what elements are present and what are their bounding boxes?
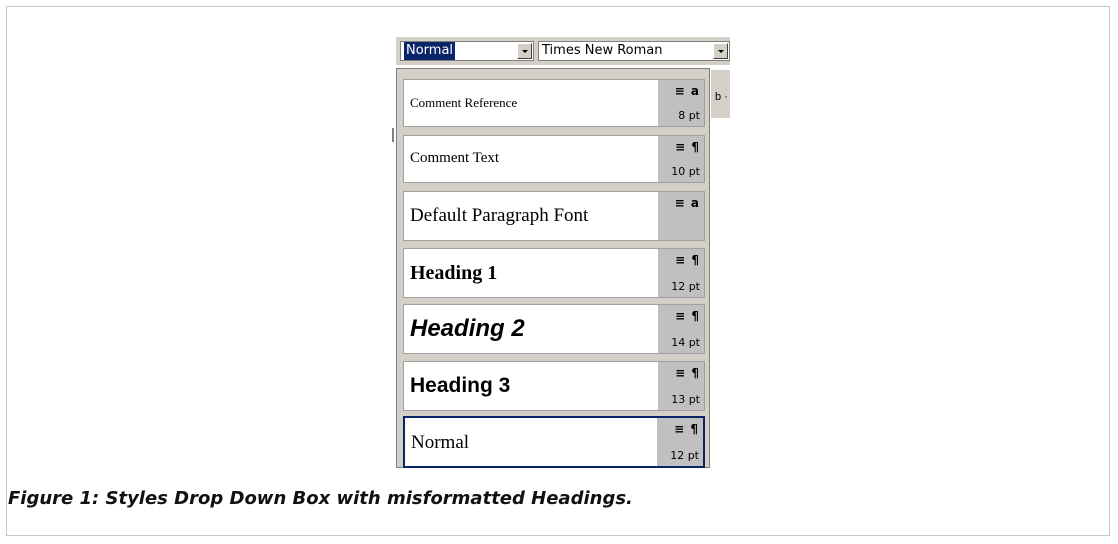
paragraph-style-icon: ≡ ¶: [674, 422, 699, 436]
style-item-info: ≡ ¶ 10 pt: [658, 136, 704, 182]
style-item-label: Default Paragraph Font: [410, 205, 589, 226]
style-item-info: ≡ ¶ 12 pt: [658, 249, 704, 297]
style-item-label: Comment Reference: [410, 95, 518, 110]
style-item-label: Heading 3: [410, 374, 511, 397]
style-item-info: ≡ a 8 pt: [658, 80, 704, 126]
style-item-heading-1[interactable]: Heading 1 ≡ ¶ 12 pt: [403, 248, 705, 298]
paragraph-style-icon: ≡ ¶: [675, 309, 700, 323]
paragraph-style-icon: ≡ ¶: [675, 140, 700, 154]
style-item-comment-text[interactable]: Comment Text ≡ ¶ 10 pt: [403, 135, 705, 183]
style-item-info: ≡ ¶ 14 pt: [658, 305, 704, 353]
style-item-label: Normal: [411, 432, 470, 453]
style-dropdown-list: Comment Reference ≡ a 8 pt Comment Text …: [396, 68, 710, 468]
style-item-size: 14 pt: [671, 336, 700, 349]
font-combo[interactable]: Times New Roman: [538, 41, 730, 61]
style-item-size: 13 pt: [671, 393, 700, 406]
style-item-normal[interactable]: Normal ≡ ¶ 12 pt: [403, 416, 705, 468]
font-dropdown-arrow-icon[interactable]: [713, 43, 728, 59]
style-item-size: 12 pt: [671, 280, 700, 293]
style-item-heading-2[interactable]: Heading 2 ≡ ¶ 14 pt: [403, 304, 705, 354]
toolbar-fragment-icon: b ·: [715, 91, 728, 103]
style-item-label: Heading 2: [410, 315, 525, 342]
style-item-info: ≡ ¶ 13 pt: [658, 362, 704, 410]
style-combo-value[interactable]: Normal: [404, 42, 456, 60]
style-item-size: 10 pt: [671, 165, 700, 178]
style-item-size: 12 pt: [670, 449, 699, 462]
style-combo[interactable]: Normal: [400, 41, 534, 61]
style-item-info: ≡ ¶ 12 pt: [657, 418, 703, 466]
style-item-info: ≡ a: [658, 192, 704, 240]
formatting-toolbar: Normal Times New Roman: [396, 37, 730, 65]
paragraph-style-icon: ≡ ¶: [675, 366, 700, 380]
style-item-default-paragraph-font[interactable]: Default Paragraph Font ≡ a: [403, 191, 705, 241]
toolbar-edge-mark: [392, 128, 394, 142]
character-style-icon: ≡ a: [674, 84, 700, 98]
character-style-icon: ≡ a: [674, 196, 700, 210]
figure-caption: Figure 1: Styles Drop Down Box with misf…: [8, 488, 633, 509]
paragraph-style-icon: ≡ ¶: [675, 253, 700, 267]
style-item-heading-3[interactable]: Heading 3 ≡ ¶ 13 pt: [403, 361, 705, 411]
toolbar-overflow-area: b ·: [711, 70, 730, 118]
style-item-label: Comment Text: [410, 150, 500, 166]
style-dropdown-arrow-icon[interactable]: [517, 43, 532, 59]
style-item-comment-reference[interactable]: Comment Reference ≡ a 8 pt: [403, 79, 705, 127]
style-item-label: Heading 1: [410, 262, 498, 284]
style-item-size: 8 pt: [678, 109, 700, 122]
font-combo-value[interactable]: Times New Roman: [542, 42, 662, 60]
